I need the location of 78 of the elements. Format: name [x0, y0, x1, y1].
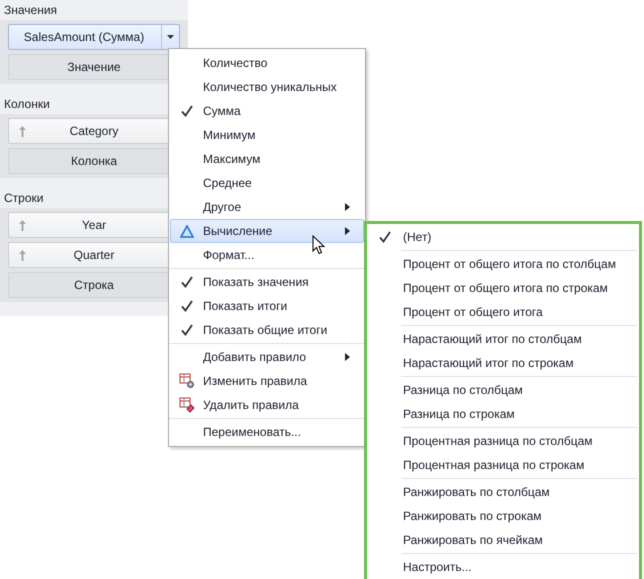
menu-item-label: Процентная разница по столбцам [403, 433, 593, 450]
sort-arrow-icon [19, 250, 26, 261]
menu-item-label: Изменить правила [203, 373, 308, 390]
menu-item-label: Сумма [203, 103, 242, 120]
menu-item-label: Процент от общего итога по строкам [403, 280, 608, 297]
menu-item-label: Разница по столбцам [403, 382, 523, 399]
menu-item-label: Ранжировать по строкам [403, 508, 542, 525]
section-title: Значения [3, 2, 58, 19]
menu-item[interactable]: Процент от общего итога [367, 300, 637, 324]
menu-item[interactable]: Настроить... [367, 555, 637, 579]
menu-item-label: Процент от общего итога по столбцам [403, 256, 616, 273]
menu-item-label: Ранжировать по ячейкам [403, 532, 543, 549]
menu-item[interactable]: Разница по строкам [367, 402, 637, 426]
menu-item[interactable]: Процент от общего итога по строкам [367, 276, 637, 300]
section-title: Строки [3, 190, 44, 207]
menu-item-label: Настроить... [403, 559, 472, 576]
caret-icon [167, 35, 174, 39]
menu-item-label: Переименовать... [203, 424, 302, 441]
menu-item[interactable]: Разница по столбцам [367, 378, 637, 402]
menu-item[interactable]: Процентная разница по строкам [367, 453, 637, 477]
menu-item[interactable]: Ранжировать по строкам [367, 504, 637, 528]
sort-arrow-icon [19, 126, 26, 137]
menu-item[interactable]: Среднее [170, 171, 364, 195]
checkmark-icon [180, 323, 194, 337]
menu-item-label: (Нет) [403, 229, 432, 246]
menu-item-label: Вычисление [203, 223, 274, 240]
submenu-arrow-icon [345, 203, 350, 211]
menu-item[interactable]: Удалить правила [170, 393, 364, 417]
table-gear-icon [179, 373, 195, 389]
sort-arrow-icon [19, 220, 26, 231]
menu-item[interactable]: Нарастающий итог по строкам [367, 351, 637, 375]
checkmark-icon [378, 230, 392, 244]
menu-item-label: Нарастающий итог по строкам [403, 355, 574, 372]
field-label: Строка [74, 277, 114, 294]
menu-item[interactable]: Изменить правила [170, 369, 364, 393]
menu-item[interactable]: Ранжировать по столбцам [367, 480, 637, 504]
menu-item-label: Количество [203, 55, 268, 72]
menu-item[interactable]: (Нет) [367, 225, 639, 249]
menu-item-label: Добавить правило [203, 349, 308, 366]
menu-item-label: Разница по строкам [403, 406, 515, 423]
menu-item-label: Процент от общего итога [403, 304, 543, 321]
menu-item-label: Показать значения [203, 274, 310, 291]
submenu-arrow-icon [345, 227, 350, 235]
menu-item[interactable]: Вычисление [170, 219, 364, 243]
menu-item-label: Нарастающий итог по столбцам [403, 331, 582, 348]
field-label: SalesAmount (Сумма) [24, 29, 146, 46]
menu-item-label: Удалить правила [203, 397, 300, 414]
menu-item[interactable]: Добавить правило [170, 345, 364, 369]
menu-item[interactable]: Процентная разница по столбцам [367, 429, 637, 453]
field-label: Значение [67, 59, 121, 76]
field-label: Year [82, 217, 106, 234]
menu-item-label: Другое [203, 199, 242, 216]
triangle-icon [180, 224, 194, 238]
checkmark-icon [180, 299, 194, 313]
field-label: Колонка [70, 153, 118, 170]
menu-item-label: Минимум [203, 127, 257, 144]
menu-item-label: Показать общие итоги [203, 322, 328, 339]
menu-item-label: Процентная разница по строкам [403, 457, 584, 474]
menu-item[interactable]: Ранжировать по ячейкам [367, 528, 637, 552]
menu-item-label: Максимум [203, 151, 262, 168]
menu-item-label: Показать итоги [203, 298, 288, 315]
menu-item[interactable]: Нарастающий итог по столбцам [367, 327, 637, 351]
checkmark-icon [180, 275, 194, 289]
menu-item-label: Формат... [203, 247, 256, 264]
submenu-arrow-icon [345, 353, 350, 361]
menu-item-label: Количество уникальных [203, 79, 338, 96]
section-title: Колонки [3, 96, 51, 113]
menu-item[interactable]: Показать общие итоги [170, 318, 364, 342]
field-label: Quarter [74, 247, 114, 264]
mouse-pointer-icon [312, 235, 325, 255]
table-eraser-icon [179, 397, 195, 413]
checkmark-icon [180, 104, 194, 118]
menu-item[interactable]: Переименовать... [170, 420, 364, 444]
field-label: Category [70, 123, 118, 140]
menu-item-label: Ранжировать по столбцам [403, 484, 550, 501]
field-button[interactable]: SalesAmount (Сумма) [8, 24, 180, 50]
menu-item[interactable]: Процент от общего итога по столбцам [367, 252, 637, 276]
menu-item-label: Среднее [203, 175, 253, 192]
